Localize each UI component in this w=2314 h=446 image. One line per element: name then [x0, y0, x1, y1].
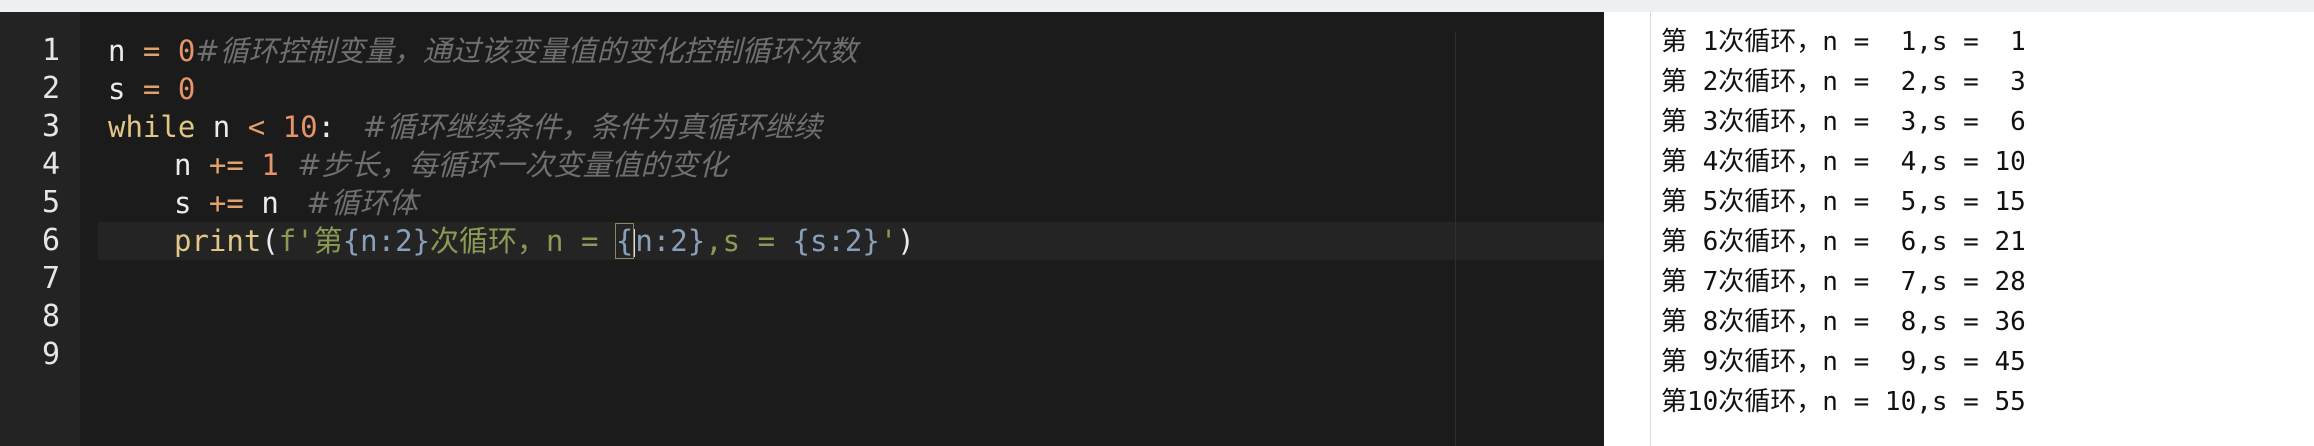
code-token: n	[261, 186, 279, 220]
output-line: 第10次循环，n = 10,s = 55	[1661, 387, 2026, 417]
code-comment: #循环体	[278, 186, 418, 220]
output-console[interactable]: 第 1次循环，n = 1,s = 1 第 2次循环，n = 2,s = 3 第 …	[1650, 12, 2314, 446]
code-token: 10	[265, 110, 318, 144]
output-line: 第 4次循环，n = 4,s = 10	[1661, 147, 2026, 177]
line-number-gutter: 1 2 3 4 5 6 7 8 9	[0, 12, 80, 446]
code-interpolation: n:2}	[635, 224, 706, 258]
code-line-6[interactable]: print(f'第{n:2}次循环，n = {n:2},s = {s:2}')	[108, 222, 915, 260]
code-line-3[interactable]: while n < 10: #循环继续条件，条件为真循环继续	[108, 108, 822, 146]
output-line: 第 2次循环，n = 2,s = 3	[1661, 67, 2026, 97]
code-line-4[interactable]: n += 1 #步长，每循环一次变量值的变化	[108, 146, 728, 184]
line-number: 1	[41, 33, 60, 68]
code-token: +=	[191, 186, 262, 220]
code-string: 第	[313, 224, 343, 258]
line-number: 2	[41, 71, 60, 106]
line-number: 4	[41, 147, 60, 182]
code-token: 0	[177, 72, 196, 106]
code-string: ,s =	[705, 224, 793, 258]
code-token: s	[174, 186, 192, 220]
code-editor[interactable]: 1 2 3 4 5 6 7 8 9 n = 0#循环控制变量，通过该变量值的变化…	[0, 12, 1604, 446]
code-string: '	[879, 224, 898, 258]
code-token: <	[247, 110, 266, 144]
code-line-2[interactable]: s = 0	[108, 70, 195, 108]
line-number: 9	[41, 337, 60, 372]
code-token: n	[195, 110, 248, 144]
line-number: 6	[41, 223, 60, 258]
output-line: 第 5次循环，n = 5,s = 15	[1661, 187, 2026, 217]
line-number: 7	[41, 261, 60, 296]
output-line: 第 3次循环，n = 3,s = 6	[1661, 107, 2026, 137]
code-interpolation: {s:2}	[792, 224, 880, 258]
output-line: 第 6次循环，n = 6,s = 21	[1661, 227, 2026, 257]
top-strip	[0, 0, 2314, 12]
print-margin-ruler	[1455, 32, 1456, 446]
code-token: 1	[261, 148, 279, 182]
code-string: 次循环，n =	[430, 224, 616, 258]
matched-brace: {	[614, 223, 635, 259]
code-token: s	[108, 72, 126, 106]
line-number: 8	[41, 299, 60, 334]
code-line-5[interactable]: s += n #循环体	[108, 184, 418, 222]
code-token: n	[108, 34, 126, 68]
code-keyword: while	[108, 110, 196, 144]
code-token: )	[897, 224, 915, 258]
code-function: print	[174, 224, 262, 258]
code-token: =	[125, 34, 178, 68]
code-string: f'	[278, 224, 314, 258]
code-token: =	[125, 72, 178, 106]
code-token: (	[261, 224, 279, 258]
code-token: n	[174, 148, 192, 182]
code-token: :	[317, 110, 336, 144]
code-line-1[interactable]: n = 0#循环控制变量，通过该变量值的变化控制循环次数	[108, 32, 858, 70]
code-comment: #步长，每循环一次变量值的变化	[278, 148, 728, 182]
code-token: +=	[191, 148, 262, 182]
line-number: 3	[41, 109, 60, 144]
code-token: 0	[177, 34, 196, 68]
code-comment: #循环控制变量，通过该变量值的变化控制循环次数	[195, 34, 858, 68]
output-line: 第 7次循环，n = 7,s = 28	[1661, 267, 2026, 297]
output-line: 第 9次循环，n = 9,s = 45	[1661, 347, 2026, 377]
output-line: 第 8次循环，n = 8,s = 36	[1661, 307, 2026, 337]
code-interpolation: {n:2}	[342, 224, 431, 258]
line-number: 5	[41, 185, 60, 220]
output-line: 第 1次循环，n = 1,s = 1	[1661, 27, 2026, 57]
code-comment: #循环继续条件，条件为真循环继续	[335, 110, 822, 144]
